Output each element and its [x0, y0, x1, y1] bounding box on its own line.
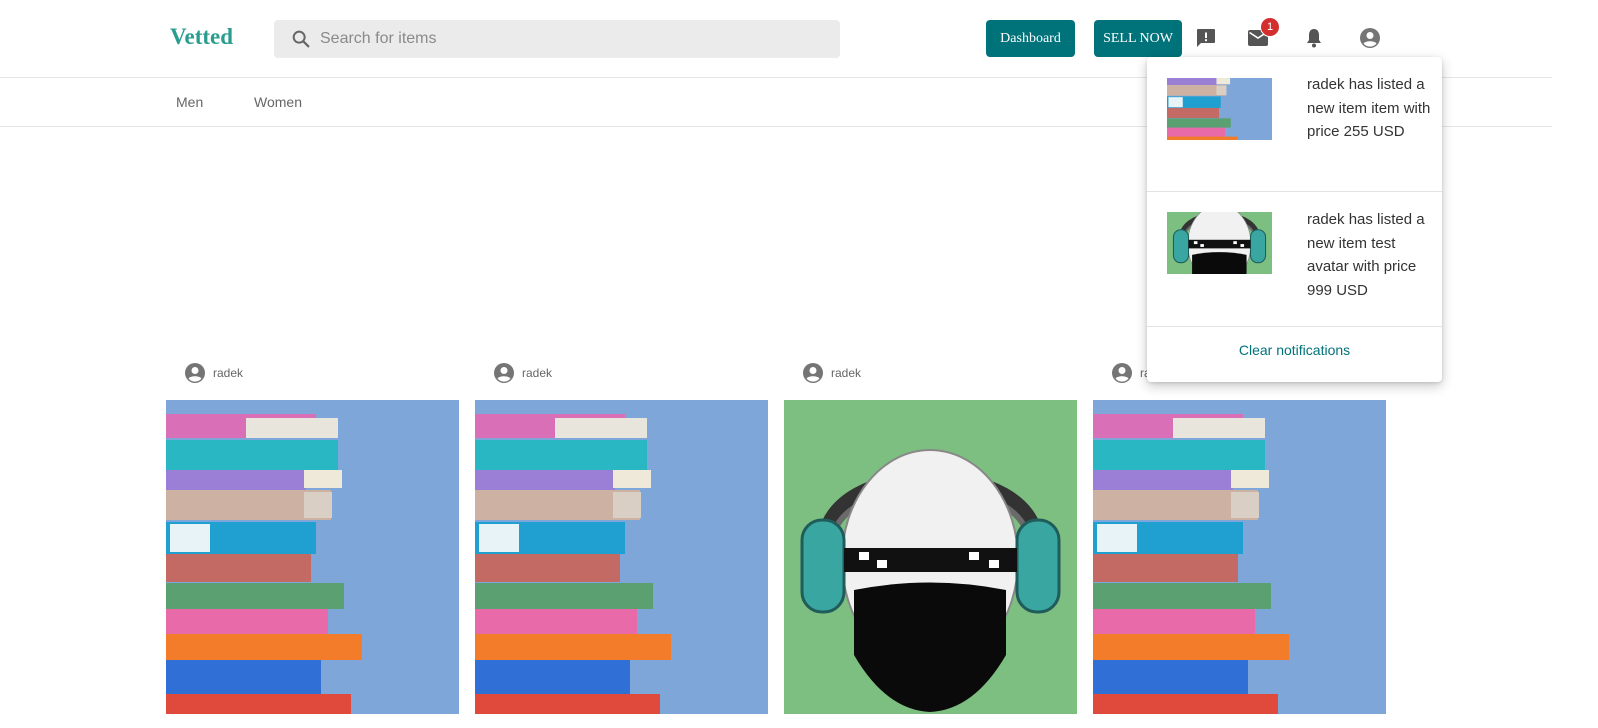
bell-icon[interactable]	[1302, 26, 1326, 50]
search-input[interactable]	[320, 20, 820, 58]
product-image[interactable]	[166, 400, 459, 714]
search-bar[interactable]	[274, 20, 840, 58]
notification-thumbnail	[1167, 212, 1272, 274]
search-icon	[290, 28, 312, 50]
product-image[interactable]	[475, 400, 768, 714]
logo[interactable]: Vetted	[170, 24, 233, 50]
product-image[interactable]	[784, 400, 1077, 714]
user-avatar-icon	[183, 361, 207, 385]
seller-name: radek	[831, 366, 862, 380]
notifications-dropdown: radek has listed a new item item with pr…	[1147, 57, 1442, 382]
seller-name: radek	[522, 366, 553, 380]
sell-now-button[interactable]: SELL NOW	[1094, 20, 1182, 57]
account-icon[interactable]	[1358, 26, 1382, 50]
notification-text: radek has listed a new item test avatar …	[1307, 211, 1425, 299]
seller-info[interactable]: radek	[492, 361, 552, 385]
category-women[interactable]: Women	[254, 94, 302, 110]
product-image[interactable]	[1093, 400, 1386, 714]
notification-text: radek has listed a new item item with pr…	[1307, 76, 1431, 140]
user-avatar-icon	[1110, 361, 1134, 385]
feedback-icon[interactable]	[1194, 26, 1218, 50]
seller-info[interactable]: radek	[801, 361, 861, 385]
user-avatar-icon	[492, 361, 516, 385]
clear-notifications-button[interactable]: Clear notifications	[1147, 342, 1442, 358]
user-avatar-icon	[801, 361, 825, 385]
mail-badge: 1	[1260, 17, 1280, 37]
seller-name: radek	[213, 366, 244, 380]
category-men[interactable]: Men	[176, 94, 203, 110]
seller-info[interactable]: ra	[1110, 361, 1151, 385]
dashboard-button[interactable]: Dashboard	[986, 20, 1075, 57]
seller-info[interactable]: radek	[183, 361, 243, 385]
notification-thumbnail	[1167, 78, 1272, 140]
